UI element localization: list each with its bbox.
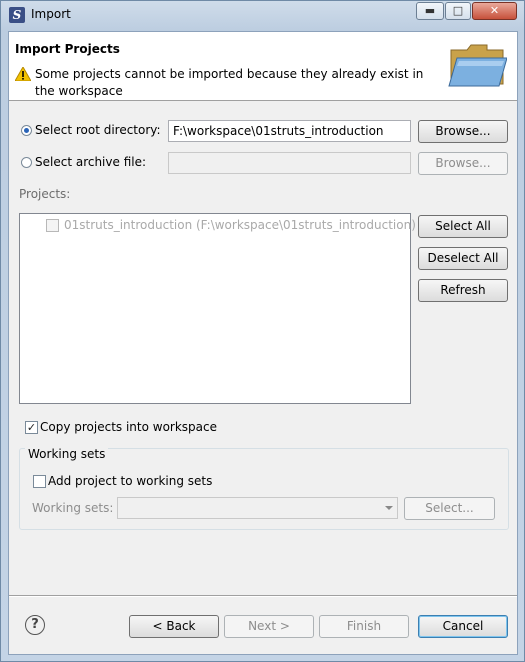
copy-projects-label: Copy projects into workspace (40, 420, 218, 434)
next-button[interactable]: Next > (224, 615, 314, 638)
add-to-working-sets-checkbox[interactable] (33, 475, 46, 488)
working-sets-group-title: Working sets (25, 447, 109, 461)
archive-file-input[interactable] (168, 152, 411, 174)
dialog-client-area: Import Projects Some projects cannot be … (8, 31, 518, 655)
footer-separator (9, 595, 517, 597)
select-all-button[interactable]: Select All (418, 215, 508, 238)
root-directory-label: Select root directory: (35, 123, 161, 137)
warning-icon (15, 67, 31, 81)
add-to-working-sets-label: Add project to working sets (48, 474, 213, 488)
projects-list[interactable]: 01struts_introduction (F:\workspace\01st… (19, 213, 416, 404)
browse-archive-button[interactable]: Browse... (418, 152, 508, 175)
archive-file-radio[interactable] (21, 157, 32, 168)
folder-icon (448, 44, 507, 87)
close-icon[interactable]: ✕ (472, 2, 517, 20)
copy-projects-checkbox[interactable]: ✓ (25, 421, 38, 434)
help-icon[interactable]: ? (25, 615, 45, 635)
browse-root-button[interactable]: Browse... (418, 120, 508, 143)
eclipse-icon: S (9, 7, 25, 23)
back-button[interactable]: < Back (129, 615, 219, 638)
chevron-down-icon (385, 506, 393, 510)
header-message: Some projects cannot be imported because… (35, 67, 424, 98)
working-sets-combo[interactable] (117, 497, 398, 519)
archive-file-label: Select archive file: (35, 155, 147, 169)
maximize-icon[interactable]: □ (445, 2, 471, 20)
minimize-icon[interactable]: ▬ (416, 2, 444, 20)
root-directory-radio[interactable] (21, 125, 32, 136)
projects-label: Projects: (19, 187, 71, 201)
header-banner: Import Projects Some projects cannot be … (9, 32, 517, 101)
window-title: Import (31, 7, 71, 21)
project-item-label: 01struts_introduction (F:\workspace\01st… (64, 218, 416, 232)
page-title: Import Projects (15, 42, 120, 56)
working-sets-label: Working sets: (32, 501, 114, 515)
import-dialog: S Import ▬ □ ✕ Import Projects Some proj… (0, 0, 525, 662)
root-directory-input[interactable]: F:\workspace\01struts_introduction (168, 120, 411, 142)
select-working-sets-button[interactable]: Select... (404, 497, 495, 520)
project-checkbox[interactable] (46, 219, 59, 232)
deselect-all-button[interactable]: Deselect All (418, 247, 508, 270)
refresh-button[interactable]: Refresh (418, 279, 508, 302)
title-bar[interactable]: S Import ▬ □ ✕ (1, 1, 524, 29)
finish-button[interactable]: Finish (319, 615, 409, 638)
cancel-button[interactable]: Cancel (418, 615, 508, 638)
